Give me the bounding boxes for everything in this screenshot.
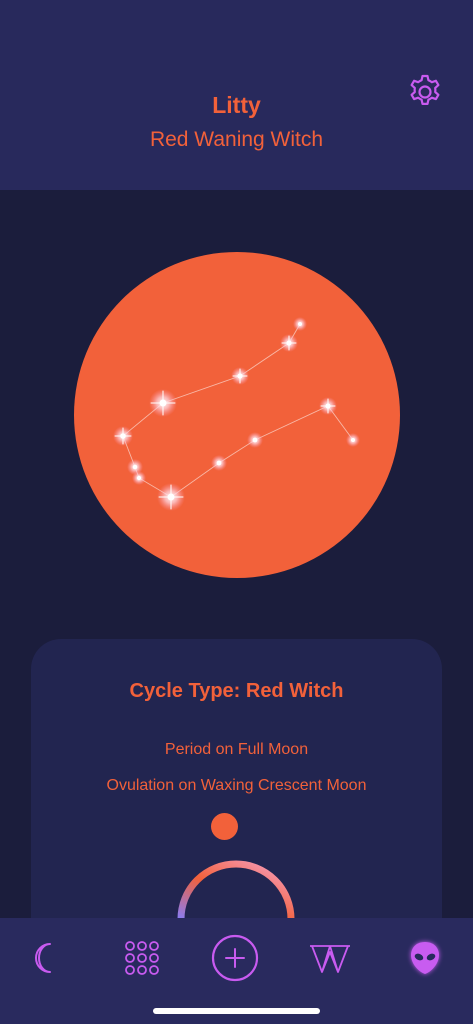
alien-icon [411, 942, 439, 974]
nav-moon[interactable] [14, 926, 78, 990]
moon-graphic [74, 252, 400, 578]
nav-add[interactable] [203, 926, 267, 990]
witch-type-subtitle: Red Waning Witch [149, 128, 324, 151]
nav-grid[interactable] [110, 926, 174, 990]
dot-grid-icon [125, 941, 159, 975]
witch-w-icon [310, 945, 350, 973]
cycle-type-title: Cycle Type: Red Witch [129, 680, 344, 702]
bottom-nav [0, 918, 473, 1024]
crescent-moon-icon [35, 943, 51, 973]
settings-button[interactable] [405, 72, 445, 112]
orange-moon [74, 252, 400, 578]
ovulation-text: Ovulation on Waxing Crescent Moon [106, 777, 367, 794]
user-name: Litty [212, 92, 261, 118]
gear-icon [410, 74, 440, 105]
moon-display [0, 190, 473, 640]
app-screen: Litty Red Waning Witch Cycle Type: Red W… [0, 0, 473, 1024]
phase-indicator-dot [211, 813, 238, 840]
home-indicator[interactable] [153, 1008, 320, 1014]
add-circle-icon [211, 934, 259, 982]
nav-witch[interactable] [298, 926, 362, 990]
nav-profile[interactable] [393, 926, 457, 990]
period-text: Period on Full Moon [164, 741, 309, 758]
profile-header: Litty Red Waning Witch [0, 0, 473, 190]
